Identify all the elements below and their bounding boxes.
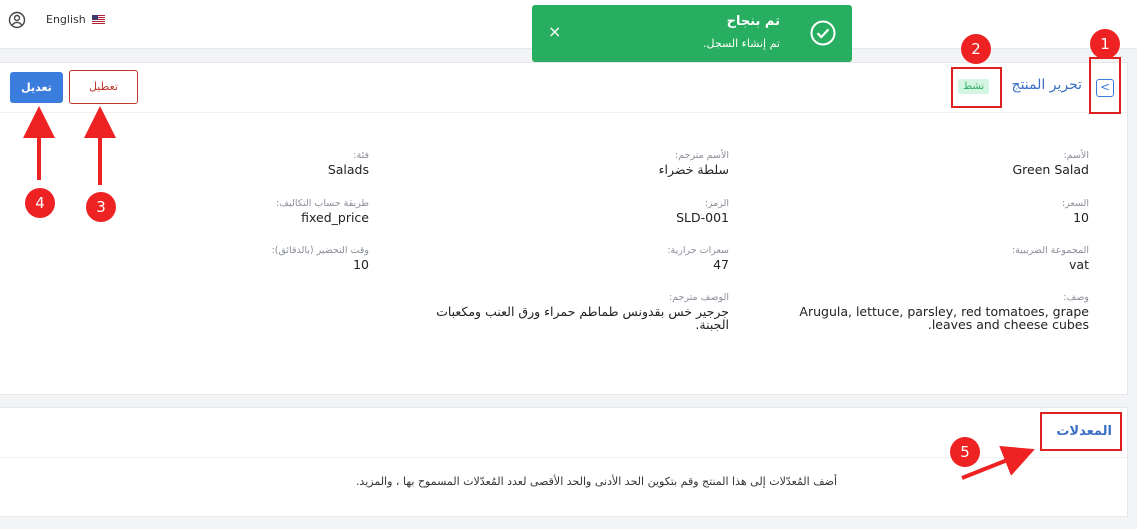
arrow-to-modifiers bbox=[961, 446, 1035, 480]
annotation-arrows bbox=[23, 106, 1035, 480]
